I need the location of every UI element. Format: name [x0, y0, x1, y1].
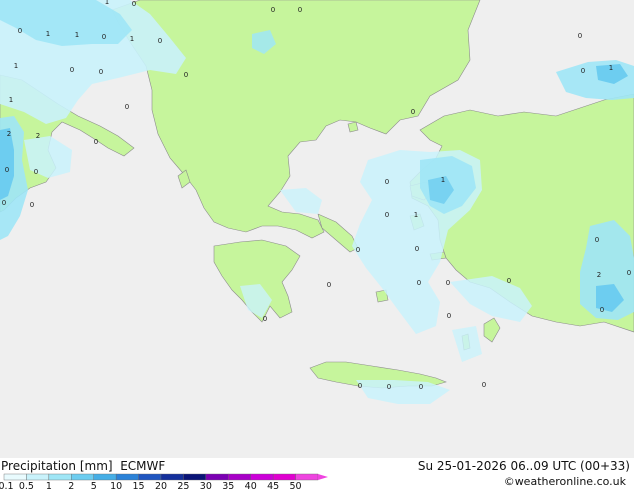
legend-label: 0.1 [0, 481, 14, 490]
station-value: 0 [298, 6, 302, 14]
legend-label: 5 [91, 481, 97, 490]
station-value: 2 [7, 130, 11, 138]
station-value: 0 [419, 383, 423, 391]
legend-color-bar [3, 473, 328, 481]
legend-swatch [228, 473, 251, 481]
map-footer: 0.1 0.5 1 2 5 10 15 20 25 30 35 40 45 50 Precipitatio… [0, 458, 634, 490]
legend-swatch [183, 473, 207, 481]
station-value: 0 [595, 236, 599, 244]
legend-swatch [138, 473, 162, 481]
station-value: 0 [358, 382, 362, 390]
station-value: 0 [102, 33, 106, 41]
legend-swatch [205, 473, 229, 481]
legend-label: 45 [267, 481, 279, 490]
station-value: 0 [271, 6, 275, 14]
legend-label: 1 [46, 481, 52, 490]
land-thasos [347, 121, 359, 133]
station-value: 1 [105, 0, 109, 6]
legend-swatch [115, 473, 139, 481]
station-value: 1 [609, 64, 613, 72]
model-name: ECMWF [120, 459, 166, 473]
station-value: 0 [158, 37, 162, 45]
station-value: 0 [447, 312, 451, 320]
station-value: 0 [385, 178, 389, 186]
legend-swatch [250, 473, 274, 481]
station-value: 0 [578, 32, 582, 40]
station-value: 0 [600, 306, 604, 314]
legend-swatch [48, 473, 72, 481]
legend-label: 40 [245, 481, 257, 490]
station-value: 0 [2, 199, 6, 207]
legend-label: 50 [290, 481, 302, 490]
legend-swatch [93, 473, 117, 481]
legend-label: 20 [155, 481, 167, 490]
legend-label: 0.5 [19, 481, 34, 490]
station-value: 1 [441, 176, 445, 184]
legend-swatch [160, 473, 184, 481]
station-value: 0 [327, 281, 331, 289]
station-value: 0 [263, 315, 267, 323]
legend-label: 2 [68, 481, 74, 490]
station-value: 0 [70, 66, 74, 74]
valid-time: Su 25-01-2026 06..09 UTC (00+33) [417, 459, 630, 473]
station-value: 0 [99, 68, 103, 76]
credit-link[interactable]: ©weatheronline.co.uk [504, 475, 626, 488]
legend-labels: 0.1 0.5 1 2 5 10 15 20 25 30 35 40 45 50 [0, 481, 302, 490]
legend-label: 35 [222, 481, 234, 490]
legend-swatch [3, 473, 27, 481]
station-value: 0 [125, 103, 129, 111]
station-value: 0 [94, 138, 98, 146]
legend-arrow [318, 474, 328, 480]
station-value: 1 [14, 62, 18, 70]
legend-label: 25 [177, 481, 189, 490]
legend-swatch [272, 473, 296, 481]
map-title: Precipitation [mm] [1, 459, 113, 473]
station-value: 0 [507, 277, 511, 285]
station-value: 0 [387, 383, 391, 391]
station-value: 1 [130, 35, 134, 43]
station-value: 2 [36, 132, 40, 140]
station-value: 0 [18, 27, 22, 35]
legend-label: 10 [110, 481, 122, 490]
station-value: 0 [5, 166, 9, 174]
map-title-line: Precipitation [mm] ECMWF [1, 459, 165, 473]
legend-swatch [71, 473, 94, 481]
map-canvas: 1 0 0 0 0 1 1 0 1 0 1 0 0 0 0 0 1 1 0 0 2 2 0 0 0 0 1 0 0 0 1 0 0 0 2 0 0 0 0 0… [0, 0, 634, 458]
station-value: 0 [411, 108, 415, 116]
legend-label: 15 [133, 481, 145, 490]
legend-swatch [295, 473, 319, 481]
station-value: 0 [415, 245, 419, 253]
station-value: 1 [46, 30, 50, 38]
station-value: 0 [132, 0, 136, 8]
station-value: 0 [417, 279, 421, 287]
station-value: 2 [597, 271, 601, 279]
station-value: 1 [9, 96, 13, 104]
station-value: 0 [581, 67, 585, 75]
precipitation-map: 1 0 0 0 0 1 1 0 1 0 1 0 0 0 0 0 1 1 0 0 2 2 0 0 0 0 1 0 0 0 1 0 0 0 2 0 0 0 0 0… [0, 0, 634, 458]
station-value: 0 [34, 168, 38, 176]
station-value: 0 [482, 381, 486, 389]
legend-swatch [26, 473, 50, 481]
station-value: 0 [385, 211, 389, 219]
legend-label: 30 [200, 481, 212, 490]
station-value: 0 [184, 71, 188, 79]
station-value: 0 [30, 201, 34, 209]
station-value: 0 [627, 269, 631, 277]
station-value: 0 [356, 246, 360, 254]
station-value: 1 [75, 31, 79, 39]
station-value: 1 [414, 211, 418, 219]
station-value: 0 [446, 279, 450, 287]
